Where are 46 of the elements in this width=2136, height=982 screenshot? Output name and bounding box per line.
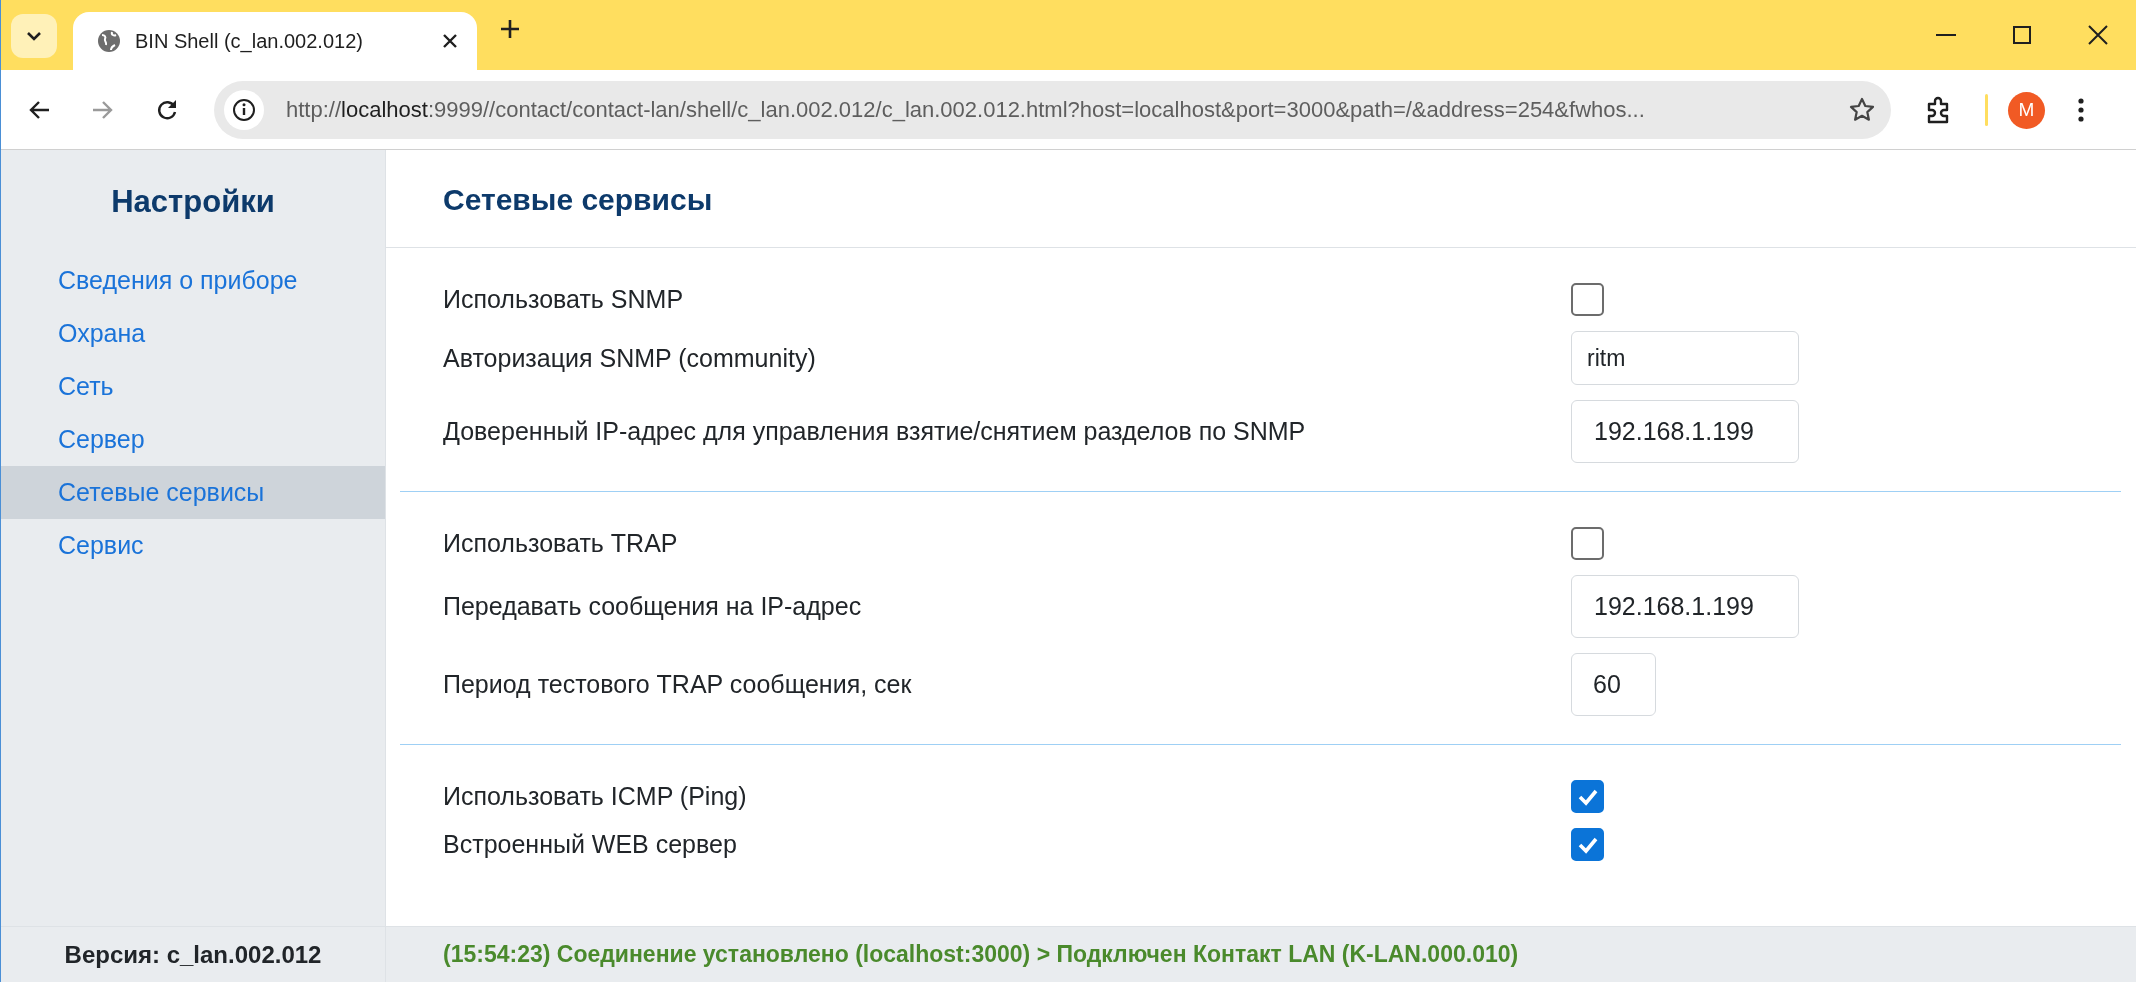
url-text: http://localhost:9999//contact/contact-lan/shell/c_lan.002.012/c_lan.002.012.html?host=localhost&port=3000&path=/&address=254&fwhos... (286, 97, 1646, 123)
setting-label: Использовать ICMP (Ping) (443, 782, 748, 811)
plus-icon (499, 18, 521, 40)
sidebar-item[interactable]: Сетевые сервисы (1, 466, 385, 519)
setting-label: Использовать SNMP (443, 285, 685, 314)
input-field[interactable]: ritm (1571, 331, 1799, 385)
page-title: Сетевые сервисы (386, 150, 2136, 248)
sidebar-item[interactable]: Сведения о приборе (1, 254, 385, 307)
sidebar-title: Настройки (110, 183, 276, 221)
close-icon (2088, 25, 2108, 45)
reload-icon (156, 98, 178, 121)
minimize-icon (1936, 33, 1956, 37)
profile-avatar[interactable]: M (2008, 91, 2045, 129)
close-icon[interactable] (441, 32, 459, 50)
checkbox[interactable] (1571, 527, 1604, 560)
checkbox[interactable] (1571, 283, 1604, 316)
back-arrow-icon (28, 99, 50, 120)
checkmark-icon (1576, 787, 1599, 806)
status-text: (15:54:23) Соединение установлено (localhost:3000) > Подключен Контакт LAN (K-LAN.000.010) (443, 941, 1519, 968)
input-field[interactable]: 192.168.1.199 (1571, 575, 1799, 638)
kebab-menu-icon (2078, 98, 2084, 122)
address-bar[interactable]: http://localhost:9999//contact/contact-lan/shell/c_lan.002.012/c_lan.002.012.html?host=localhost&port=3000&path=/&address=254&fwhos... (214, 81, 1891, 139)
input-field[interactable]: 192.168.1.199 (1571, 400, 1799, 463)
input-field[interactable]: 60 (1571, 653, 1656, 716)
chevron-down-icon (25, 30, 43, 42)
browser-tab[interactable]: BIN Shell (c_lan.002.012) (73, 12, 477, 70)
sidebar-item[interactable]: Сервер (1, 413, 385, 466)
setting-label: Авторизация SNMP (community) (443, 343, 817, 373)
setting-label: Период тестового TRAP сообщения, сек (443, 670, 913, 699)
setting-label: Передавать сообщения на IP-адрес (443, 592, 863, 621)
tab-title: BIN Shell (c_lan.002.012) (135, 29, 364, 53)
setting-label: Доверенный IP-адрес для управления взятие/снятием разделов по SNMP (443, 417, 1307, 446)
sidebar-item[interactable]: Сеть (1, 360, 385, 413)
checkmark-icon (1576, 835, 1599, 854)
star-icon[interactable] (1849, 97, 1875, 123)
setting-label: Встроенный WEB сервер (443, 830, 738, 859)
new-tab-button[interactable] (499, 18, 521, 40)
sidebar-item[interactable]: Сервис (1, 519, 385, 572)
maximize-icon (2013, 26, 2031, 44)
sidebar-item[interactable]: Охрана (1, 307, 385, 360)
setting-label: Использовать TRAP (443, 529, 679, 558)
version-text: Версия: c_lan.002.012 (64, 940, 322, 969)
checkbox[interactable] (1571, 780, 1604, 813)
checkbox[interactable] (1571, 828, 1604, 861)
info-icon[interactable] (232, 98, 256, 122)
globe-icon (97, 29, 121, 53)
